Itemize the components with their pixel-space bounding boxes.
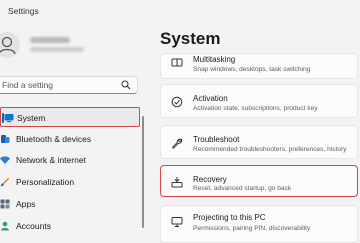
projecting-icon [171,217,183,227]
card-title: Multitasking [193,55,236,64]
card-title: Recovery [193,175,227,184]
activation-icon [171,96,183,108]
sidebar-item-personalization[interactable]: Personalization [0,172,140,192]
page-title: System [160,29,221,48]
search-box[interactable] [0,76,138,94]
profile-email [30,47,84,52]
sidebar-item-accounts[interactable]: Accounts [0,216,140,236]
multitasking-icon [171,58,183,67]
sidebar-item-system[interactable]: System [0,107,140,127]
user-icon [0,36,16,55]
card-description: Reset, advanced startup, go back [193,185,292,192]
settings-card-recovery[interactable]: Recovery Reset, advanced startup, go bac… [160,165,358,197]
monitor-icon [4,114,14,123]
search-icon[interactable] [121,80,131,90]
window-title: Settings [8,6,39,16]
title-bar: Settings [0,0,360,22]
brush-icon [0,177,10,187]
search-input[interactable] [2,78,112,92]
avatar[interactable] [0,32,20,58]
settings-card-troubleshoot[interactable]: Troubleshoot Recommended troubleshooters… [160,125,358,159]
settings-card-projecting[interactable]: Projecting to this PC Permissions, pairi… [160,205,358,243]
sidebar-item-network-internet[interactable]: Network & internet [0,150,140,170]
sidebar-item-apps[interactable]: Apps [0,194,140,214]
card-title: Troubleshoot [193,135,240,144]
navigation-pane: System Bluetooth & devices Network & int… [0,22,148,240]
wrench-icon [171,138,183,149]
apps-icon [0,199,10,209]
sidebar-item-label: Bluetooth & devices [16,134,92,144]
card-description: Snap windows, desktops, task switching [193,66,311,73]
scrollbar-thumb[interactable] [142,116,144,228]
card-title: Projecting to this PC [193,213,266,222]
card-description: Permissions, pairing PIN, discoverabilit… [193,225,311,232]
settings-card-activation[interactable]: Activation Activation state, subscriptio… [160,84,358,118]
card-description: Activation state, subscriptions, product… [193,105,318,112]
card-title: Activation [193,94,228,103]
wifi-icon [0,156,10,164]
profile-name [30,37,70,43]
sidebar-item-label: System [17,113,46,123]
bluetooth-devices-icon [1,135,10,143]
sidebar-item-label: Accounts [16,221,51,231]
settings-card-multitasking[interactable]: Multitasking Snap windows, desktops, tas… [160,53,358,79]
accounts-icon [1,221,9,231]
sidebar-item-label: Network & internet [16,155,86,165]
card-description: Recommended troubleshooters, preferences… [193,146,347,153]
sidebar-item-bluetooth-devices[interactable]: Bluetooth & devices [0,129,140,149]
sidebar-item-label: Apps [16,199,36,209]
recovery-icon [171,177,183,188]
sidebar-item-label: Personalization [16,177,75,187]
